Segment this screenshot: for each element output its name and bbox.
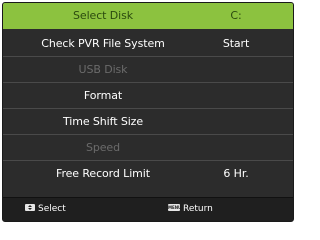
menu-item-label: Time Shift Size [63, 115, 143, 128]
menu-item-free-record-limit[interactable]: Free Record Limit 6 Hr. [3, 161, 293, 187]
select-hint: Select [25, 198, 66, 221]
menu-item-value [201, 83, 271, 109]
menu-item-time-shift-size[interactable]: Time Shift Size [3, 109, 293, 135]
menu-item-value [201, 135, 271, 161]
menu-item-value [201, 109, 271, 135]
return-hint: MENU Return [168, 198, 213, 221]
menu-item-label: Speed [86, 141, 120, 154]
menu-item-label: Select Disk [73, 9, 133, 22]
pvr-settings-menu: Select Disk C: Check PVR File System Sta… [3, 3, 293, 199]
menu-item-speed: Speed [3, 135, 293, 161]
key-hint-bar: Select MENU Return [3, 197, 293, 221]
menu-item-usb-disk: USB Disk [3, 57, 293, 83]
menu-key-icon: MENU [168, 204, 182, 211]
menu-item-label: Free Record Limit [56, 167, 150, 180]
menu-item-value: 6 Hr. [223, 167, 249, 180]
menu-item-check-pvr-file-system[interactable]: Check PVR File System Start [3, 31, 293, 57]
select-hint-label: Select [38, 204, 66, 214]
return-hint-label: Return [183, 204, 213, 214]
menu-item-value: C: [230, 9, 242, 22]
menu-item-format[interactable]: Format [3, 83, 293, 109]
menu-item-select-disk[interactable]: Select Disk C: [3, 3, 293, 29]
menu-item-label: USB Disk [78, 63, 128, 76]
up-down-key-icon [25, 204, 35, 211]
menu-item-label: Format [83, 89, 123, 102]
pvr-settings-panel: Select Disk C: Check PVR File System Sta… [2, 2, 294, 222]
menu-item-value [201, 57, 271, 83]
menu-item-value: Start [222, 37, 250, 50]
menu-item-label: Check PVR File System [41, 37, 165, 50]
